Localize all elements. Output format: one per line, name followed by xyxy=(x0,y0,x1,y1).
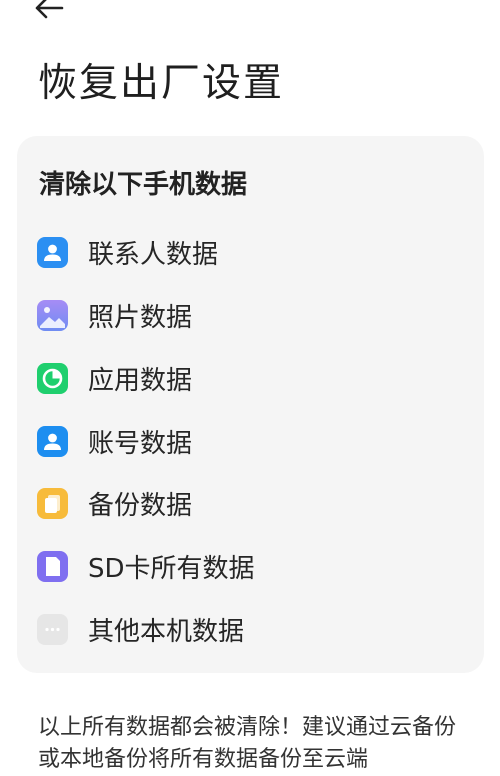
list-item-label: 账号数据 xyxy=(88,428,193,459)
list-item-label: 联系人数据 xyxy=(88,239,219,270)
list-item-sd-card: SD卡所有数据 xyxy=(37,546,255,586)
list-item-label: 备份数据 xyxy=(88,490,193,521)
list-item-label: 应用数据 xyxy=(88,365,193,396)
arrow-left-icon xyxy=(34,0,64,24)
more-icon xyxy=(37,613,68,645)
list-item-photos: 照片数据 xyxy=(37,295,192,335)
photos-icon xyxy=(37,299,68,331)
list-item-label: SD卡所有数据 xyxy=(88,553,255,584)
list-item-label: 照片数据 xyxy=(88,302,193,333)
list-item-other: 其他本机数据 xyxy=(37,609,244,649)
backup-icon xyxy=(37,487,68,519)
list-item-account: 账号数据 xyxy=(37,421,192,461)
list-item-contacts: 联系人数据 xyxy=(37,232,218,272)
list-item-label: 其他本机数据 xyxy=(88,616,245,647)
card-title: 清除以下手机数据 xyxy=(39,170,248,200)
account-icon xyxy=(37,425,68,457)
warning-text: 以上所有数据都会被清除！建议通过云备份或本地备份将所有数据备份至云端 xyxy=(38,715,457,772)
list-item-backup: 备份数据 xyxy=(37,483,192,523)
page-title: 恢复出厂设置 xyxy=(38,61,285,106)
data-list-card: 清除以下手机数据 联系人数据 照片数据 应用数据 账号数据 备份数据 SD卡所有… xyxy=(17,136,484,673)
back-button[interactable] xyxy=(34,0,74,26)
apps-icon xyxy=(37,362,68,394)
contacts-icon xyxy=(37,236,68,268)
sd-card-icon xyxy=(37,550,68,582)
list-item-apps: 应用数据 xyxy=(37,358,192,398)
